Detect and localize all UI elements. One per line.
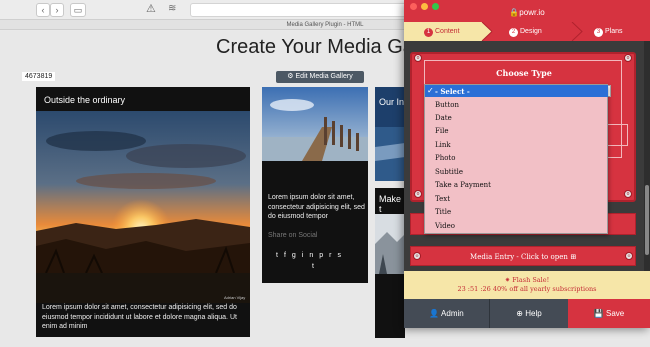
warning-icon[interactable]: ⚠ — [146, 2, 156, 15]
choose-type-label: Choose Type — [496, 68, 552, 78]
plus-circle-icon: ⊕ — [516, 309, 523, 318]
flash-sale-banner[interactable]: ✷ Flash Sale! 23 :51 :26 40% off all yea… — [404, 271, 650, 299]
page-title: Create Your Media Galle — [216, 36, 434, 58]
admin-button[interactable]: 👤 Admin — [404, 299, 490, 328]
add-button[interactable] — [606, 124, 628, 146]
card-caption: Outside the ordinary — [44, 95, 126, 105]
photo-watermark: Adrian Vijay — [224, 295, 246, 300]
tab-plans[interactable]: 3 Plans — [594, 22, 623, 41]
gallery-id-label: 4673819 — [22, 72, 56, 81]
pinterest-icon[interactable]: p — [319, 252, 329, 259]
corner-handle-icon[interactable]: o — [414, 190, 422, 198]
gallery-card-2[interactable]: Lorem ipsum dolor sit amet, consectetur … — [262, 87, 368, 283]
gallery-card-3[interactable]: Our In — [375, 87, 405, 181]
save-button[interactable]: 💾 Save — [568, 299, 650, 328]
share-on-social-label: Share on Social — [268, 232, 318, 239]
dropdown-option[interactable]: Link — [435, 141, 451, 149]
dropdown-option[interactable]: Subtitle — [435, 168, 463, 176]
card-caption: Our In — [379, 97, 405, 107]
minimize-window-button[interactable] — [421, 3, 428, 10]
media-entry-toggle[interactable]: Media Entry - Click to open ⊞ o o — [410, 246, 636, 266]
checkmark-icon: ✓ — [427, 86, 434, 95]
plus-icon: ⊞ — [570, 253, 576, 261]
save-icon: 💾 — [593, 309, 604, 318]
twitter-icon[interactable]: t — [276, 252, 284, 259]
dropdown-option[interactable]: Title — [435, 208, 451, 216]
dropdown-option[interactable]: - Select - — [435, 87, 470, 96]
edit-media-gallery-button[interactable]: ⚙ Edit Media Gallery — [276, 71, 364, 83]
back-button[interactable]: ‹ — [36, 3, 50, 17]
layers-icon[interactable]: ≋ — [168, 3, 176, 14]
gear-icon: ⚙ — [287, 73, 294, 80]
snow-photo — [375, 214, 405, 274]
forward-button[interactable]: › — [50, 3, 64, 17]
type-dropdown-list[interactable]: ✓ - Select - Button Date File Link Photo… — [424, 84, 608, 234]
dropdown-option[interactable]: Button — [435, 101, 459, 109]
reddit-icon[interactable]: r — [329, 252, 337, 259]
card-caption: Make t — [379, 194, 402, 214]
corner-handle-icon[interactable]: o — [413, 252, 421, 260]
dropdown-option[interactable]: Video — [435, 222, 455, 230]
corner-handle-icon[interactable]: o — [414, 54, 422, 62]
tab-design[interactable]: 2 Design — [509, 22, 542, 41]
google-plus-icon[interactable]: g — [292, 252, 302, 259]
social-icons: tfginprs — [276, 252, 347, 259]
lock-icon: 🔒 — [509, 8, 520, 17]
sidebar-toggle-icon[interactable]: ▭ — [70, 3, 86, 17]
corner-handle-icon[interactable]: o — [624, 190, 632, 198]
address-bar[interactable] — [190, 3, 410, 17]
dropdown-option[interactable]: Take a Payment — [435, 181, 491, 189]
star-icon: ✷ — [504, 276, 511, 284]
flash-sale-countdown: 23 :51 :26 40% off all yearly subscripti… — [457, 285, 597, 293]
corner-handle-icon[interactable]: o — [624, 54, 632, 62]
stumbleupon-icon[interactable]: s — [338, 252, 348, 259]
gallery-card-1[interactable]: Outside the ordinary Adrian Vijay Lorem … — [36, 87, 250, 337]
card-description: Lorem ipsum dolor sit amet, consectetur … — [42, 304, 237, 330]
popup-footer: 👤 Admin ⊕ Help 💾 Save — [404, 299, 650, 328]
dropdown-option[interactable]: Date — [435, 114, 452, 122]
corner-handle-icon[interactable]: o — [625, 252, 633, 260]
facebook-icon[interactable]: f — [284, 252, 292, 259]
tumblr-icon[interactable]: t — [312, 263, 320, 270]
dropdown-option[interactable]: Photo — [435, 154, 455, 162]
help-button[interactable]: ⊕ Help — [490, 299, 568, 328]
close-window-button[interactable] — [410, 3, 417, 10]
sunset-photo — [36, 111, 250, 273]
linkedin-icon[interactable]: in — [302, 252, 319, 259]
gallery-card-4[interactable]: Make t — [375, 188, 405, 338]
pier-photo — [262, 87, 368, 161]
card-description: Lorem ipsum dolor sit amet, consectetur … — [268, 194, 365, 220]
popup-titlebar: 🔒powr.io — [404, 0, 650, 22]
dropdown-option[interactable]: Text — [435, 195, 450, 203]
user-icon: 👤 — [429, 309, 440, 318]
step-tabs: 1 Content 2 Design 3 Plans — [404, 22, 650, 41]
maximize-window-button[interactable] — [432, 3, 439, 10]
scrollbar-thumb[interactable] — [645, 185, 649, 255]
dropdown-option[interactable]: File — [435, 127, 448, 135]
tab-content[interactable]: 1 Content — [424, 22, 460, 41]
